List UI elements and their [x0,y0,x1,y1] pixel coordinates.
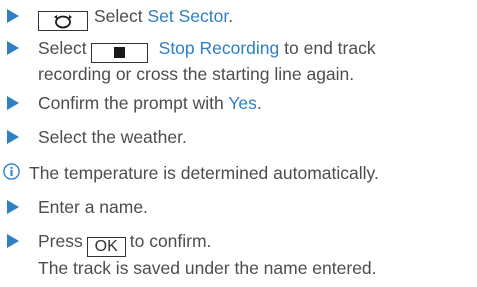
stop-square-icon [90,43,148,63]
step-bullet-icon [7,130,19,144]
step-text-suffix: . [228,6,234,26]
set-sector-link[interactable]: Set Sector [148,6,229,26]
step-text-suffix: . [256,93,262,113]
yes-link[interactable]: Yes [228,93,257,113]
step-text-prefix: Confirm the prompt with [38,93,229,113]
ok-key[interactable]: OK [86,237,126,257]
step-text-prefix: Select [38,38,87,58]
step-bullet-icon [7,234,19,248]
step-bullet-icon [7,9,19,23]
step-result-text: The track is saved under the name entere… [38,258,377,278]
step-text-suffix: to confirm. [129,231,212,251]
step-text: Enter a name. [38,197,148,217]
info-icon [3,163,20,180]
step-bullet-icon [7,96,19,110]
stop-recording-link[interactable]: Stop Recording [159,38,280,58]
info-note-text: The temperature is determined automatica… [29,163,379,183]
step-bullet-icon [7,200,19,214]
step-text-prefix: Select [94,6,148,26]
step-bullet-icon [7,41,19,55]
rotate-circle-icon [38,11,88,31]
step-text-rest: to end track [279,38,376,58]
step-text: Select the weather. [38,127,187,147]
step-text-line2: recording or cross the starting line aga… [38,64,355,84]
step-text-prefix: Press [38,231,83,251]
